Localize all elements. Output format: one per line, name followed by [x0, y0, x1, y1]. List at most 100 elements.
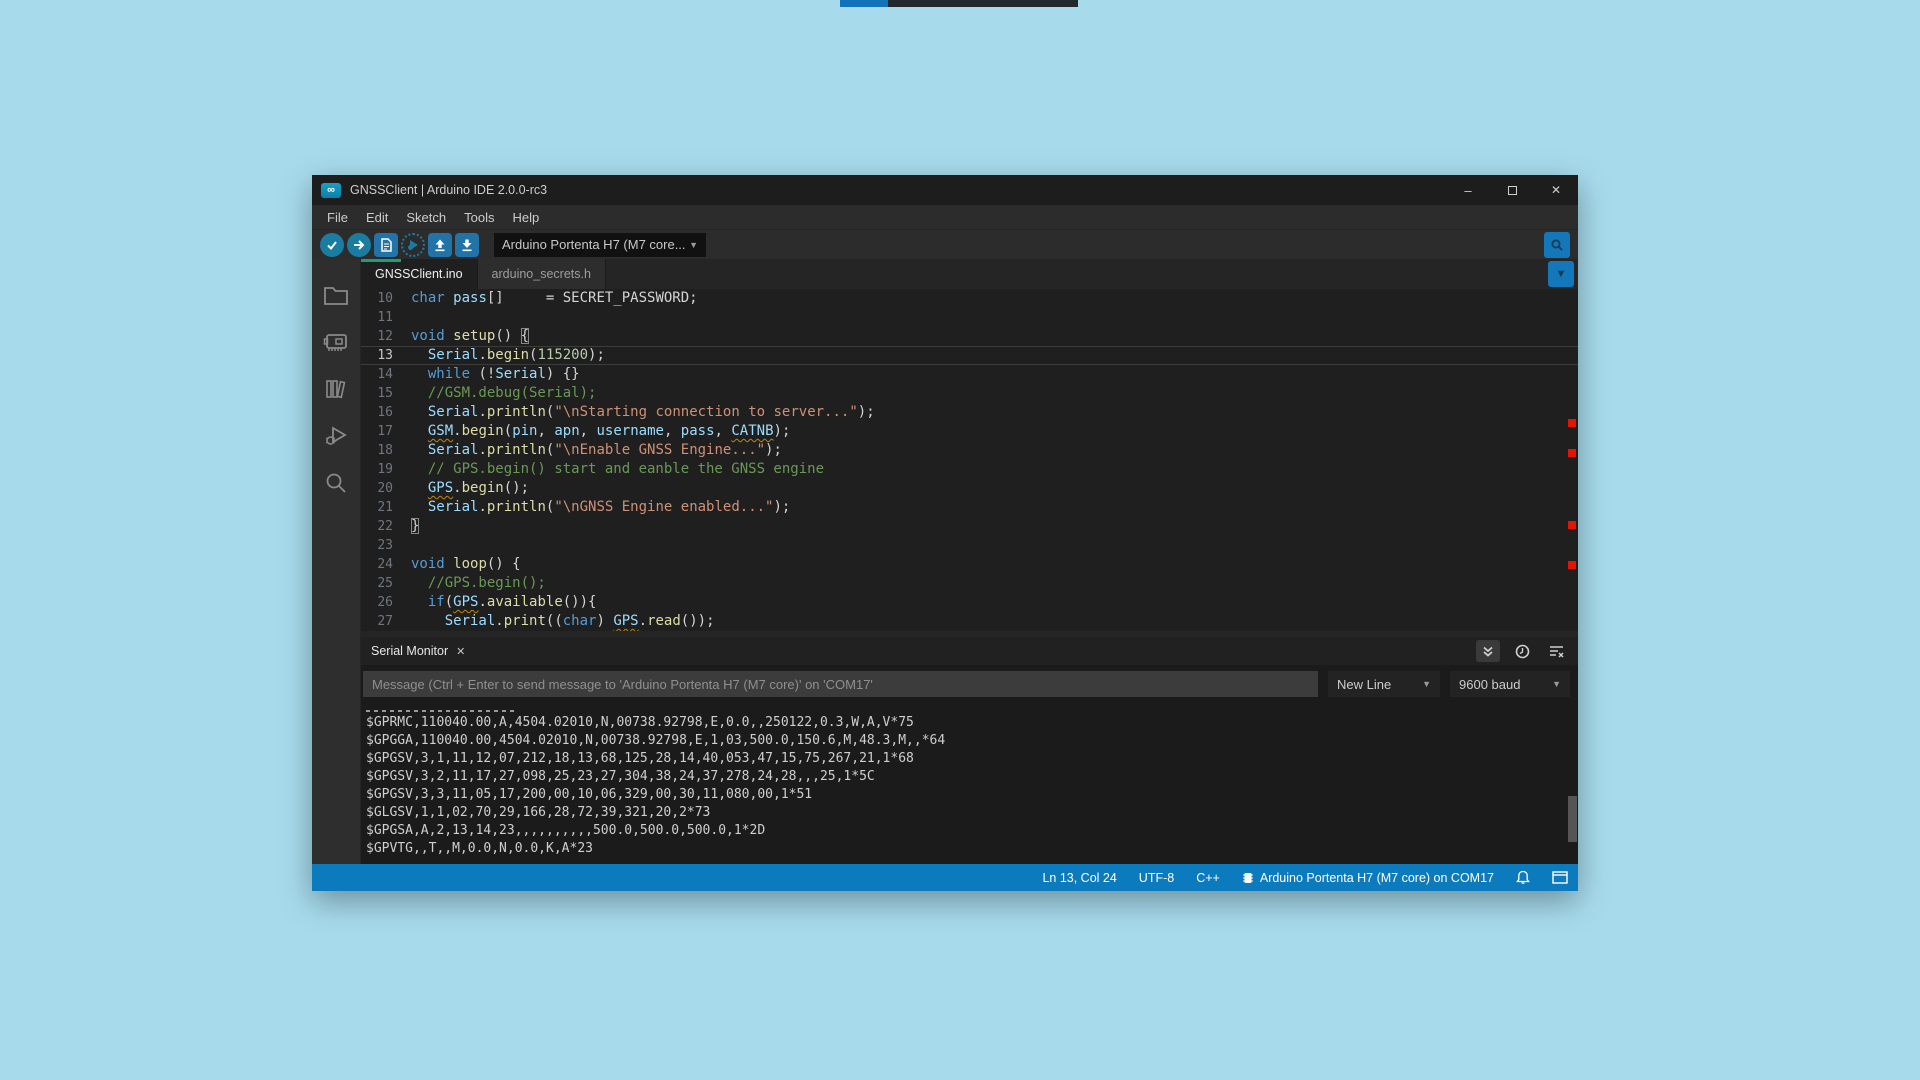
menu-edit[interactable]: Edit — [357, 205, 397, 229]
board-selector-label: Arduino Portenta H7 (M7 core... — [502, 237, 686, 252]
code-line-23[interactable]: 23 — [361, 536, 1578, 555]
maximize-icon — [1508, 186, 1517, 195]
search-icon[interactable] — [312, 459, 361, 506]
code-line-19[interactable]: 19 // GPS.begin() start and eanble the G… — [361, 460, 1578, 479]
error-mark — [1568, 449, 1576, 457]
code-line-18[interactable]: 18 Serial.println("\nEnable GNSS Engine.… — [361, 441, 1578, 460]
code-line-16[interactable]: 16 Serial.println("\nStarting connection… — [361, 403, 1578, 422]
menu-sketch[interactable]: Sketch — [397, 205, 455, 229]
autoscroll-button[interactable] — [1476, 640, 1500, 662]
line-number: 25 — [361, 574, 411, 593]
title-bar[interactable]: ∞ GNSSClient | Arduino IDE 2.0.0-rc3 – ✕ — [312, 175, 1578, 205]
code-line-11[interactable]: 11 — [361, 308, 1578, 327]
sketchbook-folder-icon[interactable] — [312, 271, 361, 318]
code-line-17[interactable]: 17 GSM.begin(pin, apn, username, pass, C… — [361, 422, 1578, 441]
serial-output[interactable]: $GPRMC,110040.00,A,4504.02010,N,00738.92… — [361, 703, 1578, 864]
new-sketch-button[interactable] — [374, 233, 398, 257]
toolbar-progress-bar — [361, 259, 401, 262]
menu-tools[interactable]: Tools — [455, 205, 503, 229]
serial-monitor-toggle-button[interactable] — [1544, 232, 1570, 258]
serial-input-row: New Line ▼ 9600 baud ▼ — [361, 665, 1578, 703]
debug-button[interactable] — [401, 233, 425, 257]
menu-file[interactable]: File — [318, 205, 357, 229]
language-indicator[interactable]: C++ — [1196, 871, 1220, 885]
arduino-logo-icon: ∞ — [321, 183, 341, 198]
line-ending-dropdown[interactable]: New Line ▼ — [1328, 671, 1440, 697]
maximize-button[interactable] — [1490, 175, 1534, 205]
menu-help[interactable]: Help — [503, 205, 548, 229]
library-manager-icon[interactable] — [312, 365, 361, 412]
chevron-down-icon: ▼ — [689, 240, 698, 250]
board-port-indicator[interactable]: Arduino Portenta H7 (M7 core) on COM17 — [1242, 871, 1494, 885]
code-line-21[interactable]: 21 Serial.println("\nGNSS Engine enabled… — [361, 498, 1578, 517]
debug-sidebar-icon[interactable] — [312, 412, 361, 459]
board-port-label: Arduino Portenta H7 (M7 core) on COM17 — [1260, 871, 1494, 885]
serial-line: $GLGSV,1,1,02,70,29,166,28,72,39,321,20,… — [366, 804, 1578, 822]
line-number: 16 — [361, 403, 411, 422]
code-line-13[interactable]: 13 Serial.begin(115200); — [361, 346, 1578, 365]
panel-layout-icon[interactable] — [1552, 871, 1568, 884]
error-mark — [1568, 419, 1576, 427]
serial-line: $GPGSV,3,2,11,17,27,098,25,23,27,304,38,… — [366, 768, 1578, 786]
code-line-20[interactable]: 20 GPS.begin(); — [361, 479, 1578, 498]
timestamp-button[interactable] — [1510, 640, 1534, 662]
line-number: 21 — [361, 498, 411, 517]
code-editor[interactable]: 10char pass[] = SECRET_PASSWORD;1112void… — [361, 289, 1578, 631]
serial-line: $GPGSV,3,1,11,12,07,212,18,13,68,125,28,… — [366, 750, 1578, 768]
code-lines: 10char pass[] = SECRET_PASSWORD;1112void… — [361, 289, 1578, 631]
tab-label: GNSSClient.ino — [375, 267, 463, 281]
menu-bar: FileEditSketchToolsHelp — [312, 205, 1578, 229]
line-number: 11 — [361, 308, 411, 327]
boards-manager-icon[interactable] — [312, 318, 361, 365]
code-line-25[interactable]: 25 //GPS.begin(); — [361, 574, 1578, 593]
background-window-strip-dark — [888, 0, 1078, 7]
window-title: GNSSClient | Arduino IDE 2.0.0-rc3 — [350, 183, 547, 197]
code-line-14[interactable]: 14 while (!Serial) {} — [361, 365, 1578, 384]
line-number: 27 — [361, 612, 411, 631]
cursor-position[interactable]: Ln 13, Col 24 — [1042, 871, 1116, 885]
code-line-15[interactable]: 15 //GSM.debug(Serial); — [361, 384, 1578, 403]
arduino-ide-window: ∞ GNSSClient | Arduino IDE 2.0.0-rc3 – ✕… — [312, 175, 1578, 891]
serial-monitor-title: Serial Monitor — [371, 644, 448, 658]
code-line-26[interactable]: 26 if(GPS.available()){ — [361, 593, 1578, 612]
code-line-10[interactable]: 10char pass[] = SECRET_PASSWORD; — [361, 289, 1578, 308]
editor-dropdown-button[interactable]: ▼ — [1548, 261, 1574, 287]
verify-button[interactable] — [320, 233, 344, 257]
status-bar: Ln 13, Col 24 UTF-8 C++ Arduino Portenta… — [312, 864, 1578, 891]
serial-message-input[interactable] — [363, 671, 1318, 697]
line-number: 17 — [361, 422, 411, 441]
upload-button[interactable] — [347, 233, 371, 257]
background-window-strip-blue — [840, 0, 888, 7]
serial-lines: $GPRMC,110040.00,A,4504.02010,N,00738.92… — [366, 714, 1578, 858]
code-line-27[interactable]: 27 Serial.print((char) GPS.read()); — [361, 612, 1578, 631]
board-selector-dropdown[interactable]: Arduino Portenta H7 (M7 core... ▼ — [494, 233, 706, 257]
code-line-22[interactable]: 22} — [361, 517, 1578, 536]
code-line-24[interactable]: 24void loop() { — [361, 555, 1578, 574]
line-number: 14 — [361, 365, 411, 384]
serial-monitor-tab[interactable]: Serial Monitor ✕ — [371, 644, 465, 658]
serial-scrollbar-thumb[interactable] — [1568, 796, 1577, 842]
serial-line: $GPGGA,110040.00,4504.02010,N,00738.9279… — [366, 732, 1578, 750]
chevron-down-icon: ▼ — [1408, 679, 1431, 689]
tab-arduino-secrets-h[interactable]: arduino_secrets.h — [478, 259, 606, 289]
push-sketch-button[interactable] — [428, 233, 452, 257]
serial-line: $GPGSV,3,3,11,05,17,200,00,10,06,329,00,… — [366, 786, 1578, 804]
serial-monitor-close-icon[interactable]: ✕ — [456, 645, 465, 658]
minimize-button[interactable]: – — [1446, 175, 1490, 205]
activity-sidebar — [312, 259, 361, 864]
baud-rate-dropdown[interactable]: 9600 baud ▼ — [1450, 671, 1570, 697]
chip-icon — [1242, 872, 1254, 884]
line-number: 15 — [361, 384, 411, 403]
tab-gnssclient-ino[interactable]: GNSSClient.ino — [361, 259, 478, 289]
code-line-12[interactable]: 12void setup() { — [361, 327, 1578, 346]
close-button[interactable]: ✕ — [1534, 175, 1578, 205]
line-number: 12 — [361, 327, 411, 346]
pull-sketch-button[interactable] — [455, 233, 479, 257]
clear-output-button[interactable] — [1544, 640, 1568, 662]
line-number: 10 — [361, 289, 411, 308]
encoding-indicator[interactable]: UTF-8 — [1139, 871, 1174, 885]
notifications-bell-icon[interactable] — [1516, 870, 1530, 885]
line-number: 19 — [361, 460, 411, 479]
overview-ruler[interactable] — [1566, 289, 1578, 631]
serial-line: $GPGSA,A,2,13,14,23,,,,,,,,,,500.0,500.0… — [366, 822, 1578, 840]
